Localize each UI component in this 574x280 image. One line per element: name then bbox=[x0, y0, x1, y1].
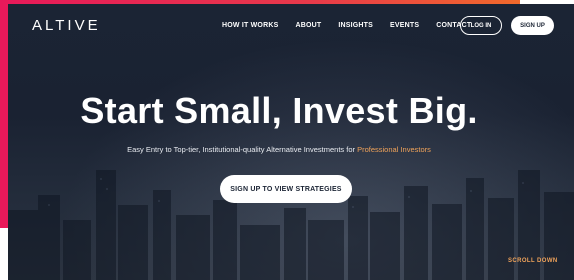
nav-link-about[interactable]: ABOUT bbox=[295, 22, 321, 29]
hero-subtitle-highlight: Professional Investors bbox=[357, 145, 431, 154]
signup-button[interactable]: SIGN UP bbox=[511, 16, 554, 35]
page: ALTIVE HOW IT WORKS ABOUT INSIGHTS EVENT… bbox=[0, 0, 574, 280]
logo[interactable]: ALTIVE bbox=[32, 17, 101, 34]
nav-link-insights[interactable]: INSIGHTS bbox=[338, 22, 373, 29]
top-navigation: ALTIVE HOW IT WORKS ABOUT INSIGHTS EVENT… bbox=[8, 4, 574, 44]
hero-subtitle: Easy Entry to Top-tier, Institutional-qu… bbox=[0, 145, 566, 154]
hero-subtitle-text: Easy Entry to Top-tier, Institutional-qu… bbox=[127, 145, 358, 154]
signup-strategies-button[interactable]: SIGN UP TO VIEW STRATEGIES bbox=[220, 175, 352, 203]
nav-links: HOW IT WORKS ABOUT INSIGHTS EVENTS CONTA… bbox=[222, 22, 488, 29]
scroll-down-link[interactable]: SCROLL DOWN bbox=[508, 258, 558, 264]
login-button[interactable]: LOG IN bbox=[460, 16, 502, 35]
hero-section: ALTIVE HOW IT WORKS ABOUT INSIGHTS EVENT… bbox=[8, 4, 574, 280]
nav-link-how-it-works[interactable]: HOW IT WORKS bbox=[222, 22, 278, 29]
hero-headline: Start Small, Invest Big. bbox=[80, 90, 478, 131]
nav-link-events[interactable]: EVENTS bbox=[390, 22, 419, 29]
